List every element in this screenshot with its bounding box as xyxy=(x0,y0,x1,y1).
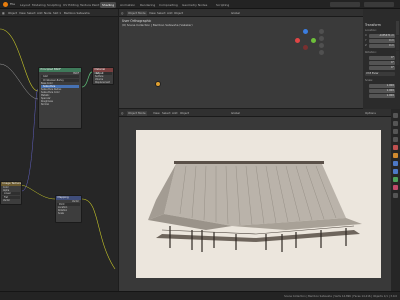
nav-gizmo[interactable] xyxy=(295,29,317,51)
bamboo-hut-render xyxy=(148,161,362,252)
scene-selector[interactable] xyxy=(330,2,360,7)
zoom-icon[interactable] xyxy=(319,29,324,34)
node-image-texture[interactable]: Image Texture Color Alpha Linear Flat Ve… xyxy=(0,181,22,205)
socket-row: Scale xyxy=(58,212,64,215)
link-output xyxy=(81,198,116,270)
mode-selector[interactable]: Object Mode xyxy=(127,110,147,116)
sidebar-transform-panel: Transform Location: X -0.85471 m Y 0 m Z… xyxy=(363,9,400,109)
rotation-z-field[interactable]: 0° xyxy=(369,66,395,70)
z-label: Z xyxy=(365,44,367,47)
location-z-field[interactable]: 0 m xyxy=(369,44,395,48)
viewport-top[interactable]: ◎ Object Mode View Select Add Object Glo… xyxy=(119,9,363,108)
modifier-tab-icon[interactable] xyxy=(393,161,398,166)
world-tab-icon[interactable] xyxy=(393,145,398,150)
tab-animation[interactable]: Animation xyxy=(118,2,137,8)
viewport-nav-buttons xyxy=(319,29,325,61)
scale-label: Scale: xyxy=(365,79,373,82)
menu-add[interactable]: Add xyxy=(172,111,177,116)
menu-select[interactable]: Select xyxy=(162,111,171,116)
sidebar-tab-item[interactable] xyxy=(396,21,399,35)
constraint-tab-icon[interactable] xyxy=(393,169,398,174)
menu-add[interactable]: Add xyxy=(167,11,172,16)
tab-scripting[interactable]: Scripting xyxy=(214,2,231,8)
link-gray xyxy=(0,63,39,100)
node-links xyxy=(0,28,116,270)
scale-z-field[interactable]: 1.000 xyxy=(369,94,395,98)
sidebar-tab-tool[interactable] xyxy=(396,36,399,50)
link-yellow-2 xyxy=(19,184,56,200)
editor-type-icon[interactable]: ◎ xyxy=(121,111,123,116)
viewlayer-selector[interactable] xyxy=(364,2,394,7)
menu-select[interactable]: Select xyxy=(157,11,166,16)
scale-x-field[interactable]: 1.000 xyxy=(369,84,395,88)
rotation-mode-select[interactable]: XYZ Euler xyxy=(365,72,395,76)
gizmo-axis-z-icon[interactable] xyxy=(303,29,308,34)
socket-row: Normal xyxy=(41,103,49,106)
object-tab-icon[interactable] xyxy=(393,153,398,158)
location-x-field[interactable]: -0.85471 m xyxy=(369,34,395,38)
options-menu[interactable]: Options xyxy=(365,111,376,116)
panel-title[interactable]: Transform xyxy=(365,23,381,27)
transform-orientation[interactable]: Global xyxy=(231,11,240,16)
link-color xyxy=(0,28,39,92)
menu-file[interactable]: File xyxy=(10,2,15,6)
floor-platform xyxy=(156,230,360,242)
material-tab-icon[interactable] xyxy=(393,185,398,190)
scene-tab-icon[interactable] xyxy=(393,137,398,142)
socket-row: Displacement xyxy=(95,81,111,84)
gizmo-axis-neg-icon[interactable] xyxy=(303,45,308,50)
grid-icon[interactable] xyxy=(319,50,324,55)
sidebar-tabs xyxy=(396,21,399,81)
link-vector xyxy=(21,88,39,192)
transform-orientation[interactable]: Global xyxy=(231,111,240,116)
blender-logo-icon[interactable] xyxy=(3,2,8,7)
location-label: Location: xyxy=(365,29,377,32)
x-label: X xyxy=(365,34,367,37)
menu-view[interactable]: View xyxy=(149,11,156,16)
pan-icon[interactable] xyxy=(319,36,324,41)
menu-object[interactable]: Object xyxy=(174,11,183,16)
socket-row: Vector xyxy=(3,199,10,202)
roof-ridge xyxy=(174,161,324,164)
editor-type-icon[interactable]: ◎ xyxy=(121,11,123,16)
viewport-bottom-header: ◎ Object Mode View Select Add Object Glo… xyxy=(119,109,391,117)
node-material-output[interactable]: Material Output All Surface Volume Displ… xyxy=(92,67,114,85)
tab-shading[interactable]: Shading xyxy=(100,1,117,8)
viewport-top-header: ◎ Object Mode View Select Add Object Glo… xyxy=(119,9,363,17)
render-canvas xyxy=(136,130,381,278)
object-origin-icon[interactable] xyxy=(155,81,161,87)
location-y-field[interactable]: 0 m xyxy=(369,39,395,43)
rotation-label: Rotation: xyxy=(365,51,377,54)
mode-selector[interactable]: Object Mode xyxy=(127,10,147,16)
texture-tab-icon[interactable] xyxy=(393,193,398,198)
render-tab-icon[interactable] xyxy=(393,121,398,126)
output-tab-icon[interactable] xyxy=(393,129,398,134)
collection-overlay: (0) Scene Collection | Bamboo Satavaha (… xyxy=(122,23,193,27)
status-info: Scene Collection | Bamboo Satavaha | Ver… xyxy=(284,294,397,298)
node-principled-bsdf[interactable]: Principled BSDF BSDF GGX Christensen-Bur… xyxy=(38,67,82,129)
tab-geometry-nodes[interactable]: Geometry Nodes xyxy=(180,2,209,8)
data-tab-icon[interactable] xyxy=(393,177,398,182)
rotation-y-field[interactable]: 0° xyxy=(369,61,395,65)
menu-object[interactable]: Object xyxy=(180,111,189,116)
gizmo-axis-x-icon[interactable] xyxy=(295,38,300,43)
viewport-render[interactable]: ◎ Object Mode View Select Add Object Glo… xyxy=(119,109,391,291)
top-bar: File Layout Modeling Sculpting UV Editin… xyxy=(0,0,400,9)
tab-compositing[interactable]: Compositing xyxy=(157,2,180,8)
camera-icon[interactable] xyxy=(319,43,324,48)
sidebar-tab-view[interactable] xyxy=(396,51,399,65)
status-bar: Scene Collection | Bamboo Satavaha | Ver… xyxy=(0,291,400,300)
node-mapping[interactable]: Mapping Vector Point Location Rotation S… xyxy=(55,195,82,223)
menu-view[interactable]: View xyxy=(153,111,160,116)
tab-rendering[interactable]: Rendering xyxy=(138,2,157,8)
link-shader xyxy=(81,71,93,88)
gizmo-axis-y-icon[interactable] xyxy=(311,38,316,43)
tool-tab-icon[interactable] xyxy=(393,113,398,118)
scale-y-field[interactable]: 1.000 xyxy=(369,89,395,93)
y-label: Y xyxy=(365,39,367,42)
rotation-x-field[interactable]: 0° xyxy=(369,56,395,60)
shader-node-editor[interactable]: ▦ Object View Select Add Node Slot 1 Bam… xyxy=(0,9,118,291)
properties-tabs xyxy=(391,109,400,291)
tab-texture-paint[interactable]: Texture Paint xyxy=(78,2,101,8)
